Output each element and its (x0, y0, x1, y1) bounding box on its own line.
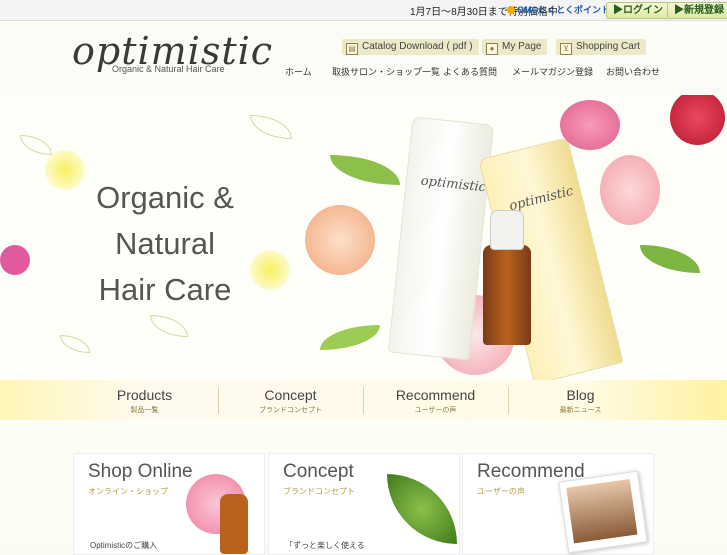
leaf-decoration (250, 115, 292, 139)
card-concept[interactable]: Concept ブランドコンセプト 「ずっと楽しく使える (268, 453, 460, 555)
red-rose-image (670, 95, 725, 145)
green-leaf-image (330, 155, 400, 185)
card-shop-online[interactable]: Shop Online オンライン・ショップ Optimisticのご購入 (73, 453, 265, 555)
gmo-points-banner[interactable]: GMOとくとくポイント (507, 3, 610, 16)
nav-contact[interactable]: お問い合わせ (606, 65, 660, 78)
product-bottle-image (220, 494, 248, 554)
serum-bottle-image (483, 245, 531, 345)
tab-products[interactable]: Products 製品一覧 (72, 387, 217, 415)
glow-decoration (45, 150, 85, 190)
document-icon: ▤ (346, 43, 358, 55)
site-header: optimistic Organic & Natural Hair Care ▤… (0, 21, 727, 95)
top-bar: 1月7日～8月30日まで特別価格中 GMOとくとくポイント ▶ログイン ▶新規登… (0, 0, 727, 21)
leaf-decoration (150, 315, 188, 337)
tab-concept[interactable]: Concept ブランドコンセプト (218, 387, 363, 415)
spray-cap-image (490, 210, 524, 250)
nav-faq[interactable]: よくある質問 (443, 65, 497, 78)
pink-flower-image (0, 245, 30, 275)
user-icon: ● (486, 43, 498, 55)
site-tagline: Organic & Natural Hair Care (112, 64, 225, 74)
tab-recommend[interactable]: Recommend ユーザーの声 (363, 387, 508, 415)
catalog-download-link[interactable]: ▤ Catalog Download ( pdf ) (342, 39, 479, 55)
leaf-decoration (20, 135, 52, 155)
user-photo (558, 470, 648, 554)
pink-flower-image (600, 155, 660, 225)
card-recommend[interactable]: Recommend ユーザーの声 (462, 453, 654, 555)
feature-cards: Shop Online オンライン・ショップ Optimisticのご購入 Co… (0, 420, 727, 555)
cart-icon: ⊻ (560, 43, 572, 55)
glow-decoration (250, 250, 290, 290)
nav-salons[interactable]: 取扱サロン・ショップ一覧 (332, 65, 440, 78)
photo-image (566, 478, 638, 544)
gmo-icon (507, 6, 515, 14)
green-leaf-image (387, 474, 457, 544)
rose-image (305, 205, 375, 275)
mypage-link[interactable]: ● My Page (482, 39, 548, 55)
green-leaf-image (640, 245, 700, 273)
register-button[interactable]: ▶新規登録 (667, 2, 727, 19)
nav-home[interactable]: ホーム (285, 65, 312, 78)
leaf-decoration (60, 335, 90, 353)
green-leaf-image (320, 325, 380, 350)
login-button[interactable]: ▶ログイン (606, 2, 670, 19)
hero-banner[interactable]: optimistic optimistic Organic & Natural … (0, 95, 727, 385)
shopping-cart-link[interactable]: ⊻ Shopping Cart (556, 39, 646, 55)
tab-blog[interactable]: Blog 最新ニュース (508, 387, 653, 415)
category-tab-bar: Products 製品一覧 Concept ブランドコンセプト Recommen… (0, 380, 727, 420)
hero-headline: Organic & Natural Hair Care (96, 180, 234, 307)
pink-flower-image (560, 100, 620, 150)
nav-newsletter[interactable]: メールマガジン登録 (512, 65, 593, 78)
